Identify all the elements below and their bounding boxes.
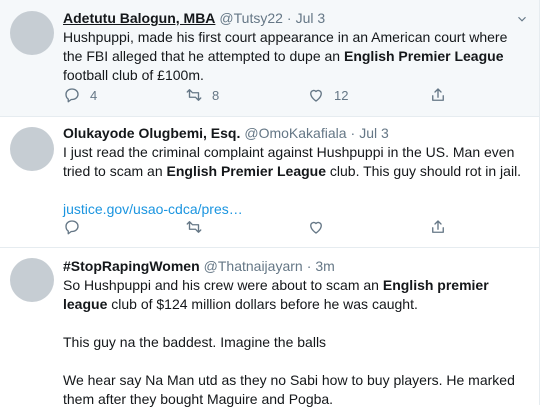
separator: · — [286, 10, 292, 26]
tweet-actions: 4 8 12 — [63, 86, 463, 106]
user-handle[interactable]: @Thatnaijayarn — [204, 258, 303, 274]
text-highlight: English Premier League — [343, 48, 504, 64]
reply-icon — [65, 88, 79, 103]
tweet-text: So Hushpuppi and his crew were about to … — [63, 276, 525, 409]
tweet-header: Adetutu Balogun, MBA @Tutsy22 · Jul 3 — [63, 9, 525, 27]
tweet-text: I just read the criminal complaint again… — [63, 143, 525, 181]
text-part: football club of £100m. — [63, 67, 204, 83]
tweet[interactable]: #StopRapingWomen @Thatnaijayarn · 3m So Hus… — [0, 248, 539, 408]
timeline-feed: Adetutu Balogun, MBA @Tutsy22 · Jul 3 Hushp… — [0, 0, 540, 408]
user-name[interactable]: #StopRapingWomen — [63, 258, 200, 274]
user-name[interactable]: Olukayode Olugbemi, Esq. — [63, 125, 240, 141]
reply-button[interactable]: 4 — [63, 86, 97, 104]
avatar[interactable] — [10, 11, 54, 55]
text-paragraph: This guy na the baddest. Imagine the bal… — [63, 334, 327, 350]
reply-icon — [65, 220, 79, 235]
like-count: 12 — [334, 87, 349, 103]
text-part: club. This guy should rot in jail. — [326, 163, 522, 179]
tweet-time[interactable]: 3m — [315, 258, 334, 274]
retweet-button[interactable] — [185, 218, 203, 236]
user-handle[interactable]: @Tutsy22 — [219, 10, 283, 26]
text-paragraph: We hear say Na Man utd as they no Sabi h… — [63, 372, 515, 407]
like-button[interactable] — [307, 218, 325, 236]
text-highlight: English Premier League — [166, 163, 327, 179]
text-part: So Hushpuppi and his crew were about to … — [63, 277, 383, 293]
user-name[interactable]: Adetutu Balogun, MBA — [63, 10, 215, 26]
share-button[interactable] — [429, 86, 447, 104]
share-button[interactable] — [429, 218, 447, 236]
like-icon — [310, 221, 322, 234]
retweet-button[interactable]: 8 — [185, 86, 219, 104]
separator: · — [350, 125, 356, 141]
reply-button[interactable] — [63, 218, 81, 236]
tweet[interactable]: Adetutu Balogun, MBA @Tutsy22 · Jul 3 Hushp… — [0, 0, 539, 117]
reply-count: 4 — [90, 87, 98, 103]
tweet-time[interactable]: Jul 3 — [296, 10, 326, 26]
tweet-header: Olukayode Olugbemi, Esq. @OmoKakafiala · Ju… — [63, 124, 525, 142]
retweet-icon — [186, 221, 202, 233]
like-button[interactable]: 12 — [307, 86, 348, 104]
share-icon — [432, 88, 444, 101]
tweet-actions — [63, 218, 463, 238]
user-handle[interactable]: @OmoKakafiala — [244, 125, 346, 141]
tweet[interactable]: Olukayode Olugbemi, Esq. @OmoKakafiala · Ju… — [0, 117, 539, 248]
separator: · — [306, 258, 312, 274]
tweet-link[interactable]: justice.gov/usao-cdca/pres… — [63, 200, 525, 219]
share-icon — [432, 220, 444, 233]
avatar[interactable] — [10, 127, 54, 171]
avatar[interactable] — [10, 258, 54, 302]
retweet-count: 8 — [212, 87, 220, 103]
like-icon — [310, 89, 322, 102]
tweet-time[interactable]: Jul 3 — [359, 125, 389, 141]
text-part: club of $124 million dollars before he w… — [107, 296, 418, 312]
retweet-icon — [186, 89, 202, 101]
tweet-text: Hushpuppi, made his first court appearan… — [63, 28, 525, 85]
tweet-header: #StopRapingWomen @Thatnaijayarn · 3m — [63, 257, 525, 275]
